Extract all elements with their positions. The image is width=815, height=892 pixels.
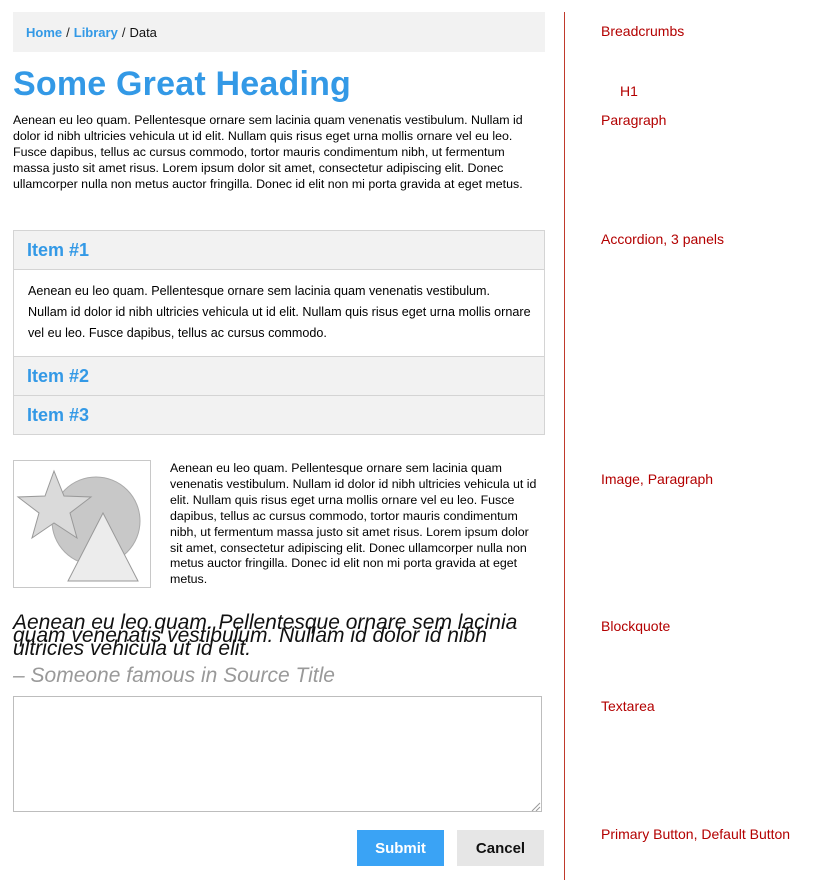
breadcrumb-link-home[interactable]: Home	[26, 25, 62, 40]
resize-grip-icon[interactable]	[531, 802, 541, 812]
annotation-paragraph: Paragraph	[601, 112, 667, 128]
annotation-breadcrumbs: Breadcrumbs	[601, 23, 685, 39]
page-title: Some Great Heading	[13, 65, 352, 103]
cancel-button[interactable]: Cancel	[457, 830, 544, 866]
accordion: Item #1 Aenean eu leo quam. Pellentesque…	[13, 230, 545, 435]
accordion-header-item-2[interactable]: Item #2	[14, 356, 544, 395]
intro-paragraph: Aenean eu leo quam. Pellentesque ornare …	[13, 113, 523, 191]
annotation-divider	[564, 12, 565, 880]
annotation-textarea: Textarea	[601, 698, 655, 714]
blockquote-text: Aenean eu leo quam. Pellentesque ornare …	[13, 611, 518, 660]
breadcrumb: Home / Library / Data	[13, 12, 545, 52]
media-block: Aenean eu leo quam. Pellentesque ornare …	[13, 460, 545, 590]
accordion-panel-body: Aenean eu leo quam. Pellentesque ornare …	[14, 269, 544, 356]
breadcrumb-separator: /	[66, 24, 70, 40]
submit-button[interactable]: Submit	[357, 830, 444, 866]
accordion-header-item-3[interactable]: Item #3	[14, 395, 544, 434]
annotation-blockquote: Blockquote	[601, 618, 671, 634]
breadcrumb-link-library[interactable]: Library	[74, 25, 118, 40]
breadcrumb-current: Data	[129, 24, 157, 40]
image-placeholder-icon	[13, 460, 151, 588]
blockquote-citation: – Someone famous in Source Title	[13, 664, 335, 687]
annotation-accordion: Accordion, 3 panels	[601, 231, 724, 247]
annotation-buttons: Primary Button, Default Button	[601, 826, 791, 842]
accordion-header-item-1[interactable]: Item #1	[14, 231, 544, 269]
comment-textarea[interactable]	[13, 696, 542, 812]
blockquote: Aenean eu leo quam. Pellentesque ornare …	[13, 610, 538, 688]
breadcrumb-separator: /	[121, 24, 126, 40]
media-paragraph: Aenean eu leo quam. Pellentesque ornare …	[170, 461, 537, 587]
annotation-image-paragraph: Image, Paragraph	[601, 471, 714, 487]
main-content: Home / Library / Data Some Great Heading…	[13, 12, 545, 866]
annotation-h1: H1	[620, 83, 638, 99]
